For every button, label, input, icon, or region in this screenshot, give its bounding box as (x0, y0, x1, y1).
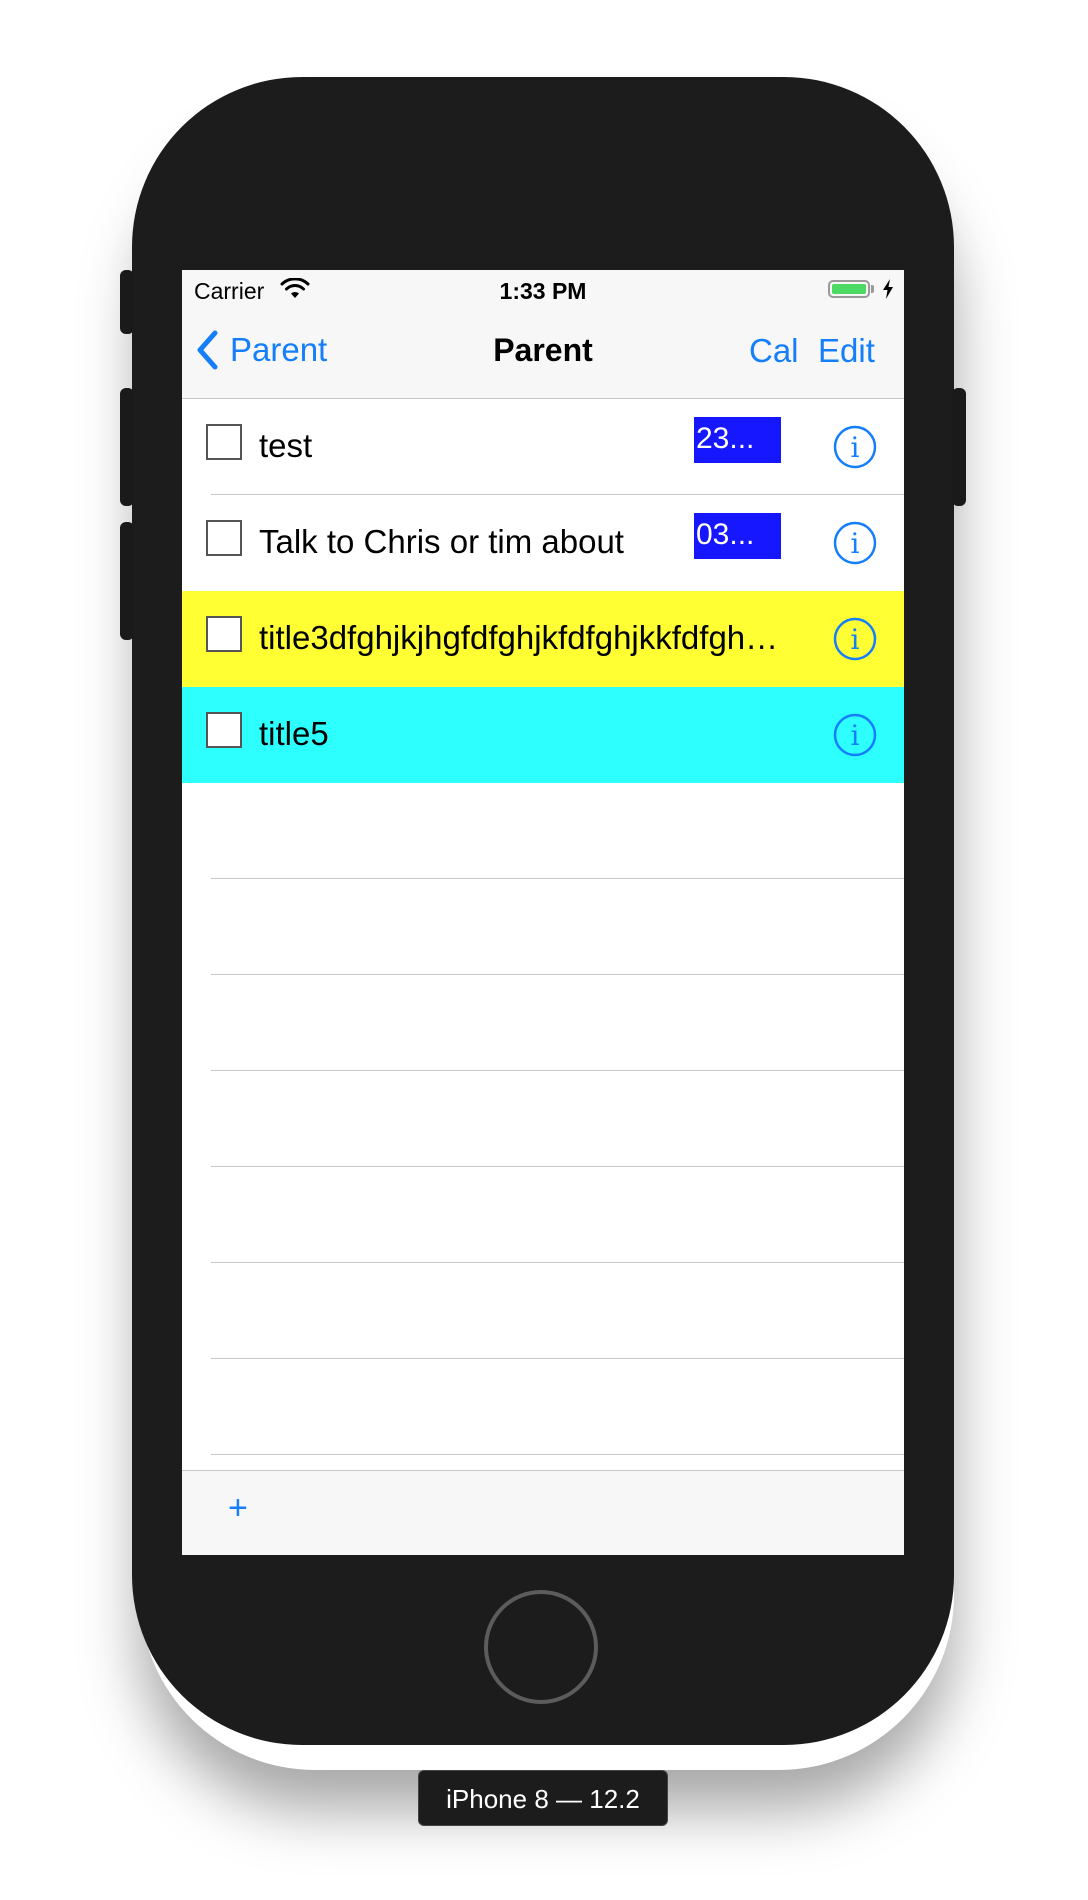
table-row[interactable]: title5 i (182, 687, 904, 783)
empty-table-row (182, 1263, 904, 1359)
device-label: iPhone 8 — 12.2 (418, 1770, 668, 1826)
task-title: title3dfghjkjhgfdfghjkfdfghjkkfdfgh… (259, 619, 779, 656)
task-checkbox[interactable] (206, 520, 242, 556)
bottom-toolbar: + (182, 1470, 904, 1555)
svg-text:i: i (851, 623, 860, 656)
bolt-icon (883, 279, 893, 299)
battery-icon (828, 280, 870, 298)
cal-button[interactable]: Cal (749, 332, 799, 370)
battery-tip (871, 285, 874, 293)
svg-text:i: i (851, 719, 860, 752)
empty-table-row (182, 975, 904, 1071)
volume-down-button (120, 522, 134, 640)
task-title: Talk to Chris or tim about (259, 523, 624, 560)
table-row[interactable]: test 23... i (182, 399, 904, 495)
phone-screen: Carrier 1:33 PM Parent Parent Cal Edit t… (182, 270, 904, 1555)
status-bar: Carrier 1:33 PM (182, 270, 904, 310)
table-row[interactable]: Talk to Chris or tim about 03... i (182, 495, 904, 591)
simulator-window: Carrier 1:33 PM Parent Parent Cal Edit t… (0, 0, 1088, 1900)
empty-table-row (182, 1359, 904, 1455)
date-badge: 23... (694, 417, 781, 463)
task-title: title5 (259, 715, 329, 752)
task-title: test (259, 427, 313, 464)
task-table: test 23... i Talk to Chris or tim about … (182, 399, 904, 1455)
empty-table-row (182, 783, 904, 879)
empty-rows (182, 783, 904, 1455)
navigation-bar: Parent Parent Cal Edit (182, 310, 904, 399)
svg-text:i: i (851, 527, 860, 560)
task-checkbox[interactable] (206, 712, 242, 748)
power-button (952, 388, 966, 506)
mute-switch (120, 270, 134, 334)
info-circle-icon[interactable]: i (833, 425, 877, 469)
info-circle-icon[interactable]: i (833, 713, 877, 757)
info-circle-icon[interactable]: i (833, 521, 877, 565)
edit-button[interactable]: Edit (818, 332, 875, 370)
empty-table-row (182, 1167, 904, 1263)
task-checkbox[interactable] (206, 424, 242, 460)
volume-up-button (120, 388, 134, 506)
task-checkbox[interactable] (206, 616, 242, 652)
add-button[interactable]: + (228, 1489, 248, 1528)
status-time: 1:33 PM (499, 278, 587, 304)
home-button[interactable] (484, 1590, 598, 1704)
empty-table-row (182, 879, 904, 975)
empty-table-row (182, 1071, 904, 1167)
date-badge: 03... (694, 513, 781, 559)
info-circle-icon[interactable]: i (833, 617, 877, 661)
table-row[interactable]: title3dfghjkjhgfdfghjkfdfghjkkfdfgh… i (182, 591, 904, 687)
svg-text:i: i (851, 431, 860, 464)
